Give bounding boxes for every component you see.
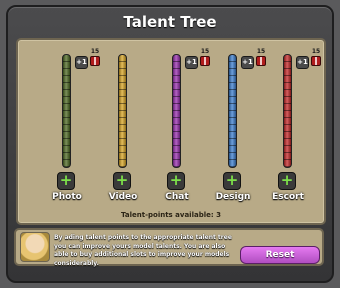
chat-plus-one-badge: +1: [185, 56, 198, 69]
skill-label-chat: Chat: [165, 192, 189, 202]
skill-photo: +1 15 + Photo: [48, 40, 100, 210]
gift-icon: [90, 56, 100, 66]
skill-label-escort: Escort: [272, 192, 304, 202]
reset-button[interactable]: Reset: [240, 246, 320, 264]
photo-cost: 15: [90, 48, 100, 55]
info-text: By ading talent points to the appropriat…: [54, 234, 232, 267]
escort-cost: 15: [311, 48, 321, 55]
add-escort-point-button[interactable]: +: [278, 172, 296, 190]
gift-icon: [200, 56, 210, 66]
info-panel: By ading talent points to the appropriat…: [14, 228, 324, 267]
skill-label-design: Design: [215, 192, 251, 202]
skill-chat: +1 15 + Chat: [158, 40, 210, 210]
talent-panel: +1 15 + Photo + Video +1 15 + Chat +1 15…: [16, 38, 326, 225]
escort-plus-one-badge: +1: [296, 56, 309, 69]
skill-label-photo: Photo: [52, 192, 82, 202]
add-video-point-button[interactable]: +: [113, 172, 131, 190]
talent-points-available: Talent-points available: 3: [121, 211, 221, 219]
skill-design: +1 15 + Design: [214, 40, 266, 210]
add-design-point-button[interactable]: +: [223, 172, 241, 190]
design-level-bar: [228, 54, 237, 168]
escort-level-bar: [283, 54, 292, 168]
video-level-bar: [118, 54, 127, 168]
chat-cost: 15: [200, 48, 210, 55]
design-plus-one-badge: +1: [241, 56, 254, 69]
photo-plus-one-badge: +1: [75, 56, 88, 69]
photo-level-bar: [62, 54, 71, 168]
model-avatar: [20, 232, 50, 262]
gift-icon: [311, 56, 321, 66]
dialog-title: Talent Tree: [123, 13, 217, 31]
add-photo-point-button[interactable]: +: [57, 172, 75, 190]
add-chat-point-button[interactable]: +: [167, 172, 185, 190]
skill-label-video: Video: [108, 192, 138, 202]
skill-escort: +1 15 + Escort: [269, 40, 321, 210]
chat-level-bar: [172, 54, 181, 168]
skill-video: + Video: [104, 40, 154, 210]
design-cost: 15: [256, 48, 266, 55]
gift-icon: [256, 56, 266, 66]
